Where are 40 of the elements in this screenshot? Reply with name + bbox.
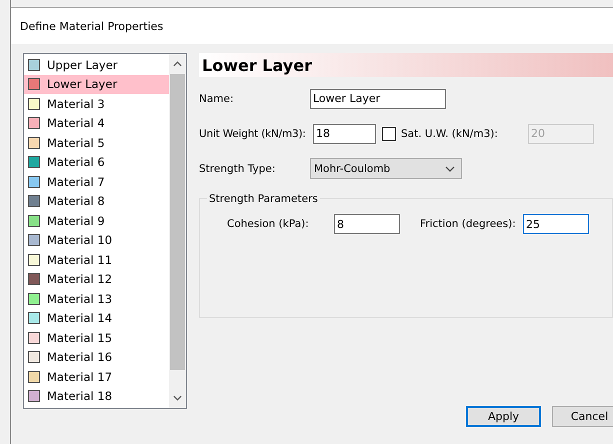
material-item[interactable]: Material 10 bbox=[24, 230, 169, 250]
material-item[interactable]: Upper Layer bbox=[24, 55, 169, 74]
unit-weight-field[interactable]: 18 bbox=[313, 124, 376, 144]
material-item[interactable]: Material 9 bbox=[24, 211, 169, 230]
checkbox[interactable] bbox=[382, 126, 396, 140]
sat-uw-label: Sat. U.W. (kN/m3): bbox=[401, 128, 499, 140]
friction-field[interactable]: 25 bbox=[523, 214, 589, 234]
material-title: Lower Layer bbox=[202, 56, 312, 74]
name-label: Name: bbox=[199, 92, 235, 104]
caret-icon[interactable] bbox=[445, 166, 455, 172]
scroll-bar[interactable] bbox=[169, 54, 186, 408]
friction-label: Friction (degrees): bbox=[420, 218, 517, 230]
group-title: Strength Parameters bbox=[207, 193, 320, 205]
strength-type-dropdown[interactable]: Mohr-Coulomb bbox=[310, 158, 462, 179]
material-item[interactable]: Material 6 bbox=[24, 152, 169, 172]
material-item[interactable]: Material 12 bbox=[24, 270, 169, 289]
material-item[interactable]: Material 14 bbox=[24, 308, 169, 328]
material-item[interactable]: Lower Layer bbox=[24, 74, 169, 94]
material-item[interactable]: Material 15 bbox=[24, 328, 169, 348]
strength-type-label: Strength Type: bbox=[199, 162, 276, 174]
scroll-up-icon[interactable] bbox=[173, 61, 182, 67]
material-item[interactable]: Material 3 bbox=[24, 94, 169, 114]
name-field[interactable]: Lower Layer bbox=[310, 88, 446, 108]
unit-weight-label: Unit Weight (kN/m3): bbox=[199, 128, 307, 140]
material-item[interactable]: Material 11 bbox=[24, 250, 169, 270]
window-title: Define Material Properties bbox=[20, 20, 164, 32]
material-item[interactable]: Material 13 bbox=[24, 289, 169, 308]
dialog-button[interactable]: Cancel bbox=[552, 406, 613, 427]
dialog-button[interactable]: Apply bbox=[466, 406, 541, 427]
cohesion-field[interactable]: 8 bbox=[334, 214, 400, 234]
material-item[interactable]: Material 7 bbox=[24, 172, 169, 192]
scroll-thumb[interactable] bbox=[170, 74, 185, 370]
material-item[interactable]: Material 16 bbox=[24, 348, 169, 367]
material-item[interactable]: Material 4 bbox=[24, 114, 169, 133]
cohesion-label: Cohesion (kPa): bbox=[227, 218, 310, 230]
material-item[interactable]: Material 17 bbox=[24, 367, 169, 386]
material-item[interactable]: Material 8 bbox=[24, 192, 169, 211]
material-item[interactable]: Material 5 bbox=[24, 133, 169, 152]
scroll-down-icon[interactable] bbox=[173, 395, 182, 401]
material-item[interactable]: Material 18 bbox=[24, 386, 169, 406]
